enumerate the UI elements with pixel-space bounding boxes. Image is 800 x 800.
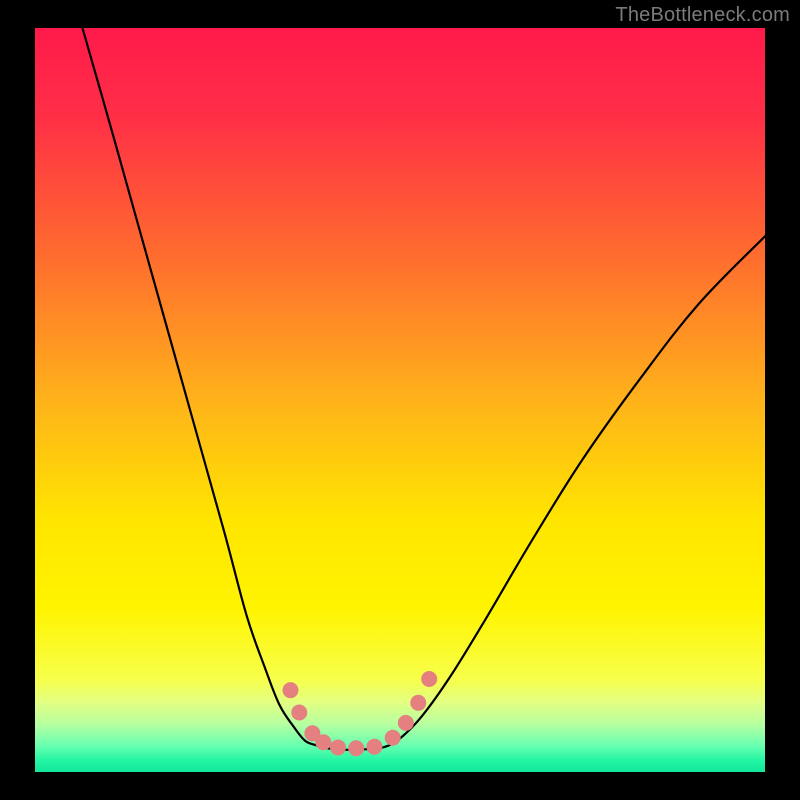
marker-dot xyxy=(330,739,346,755)
marker-dot xyxy=(315,734,331,750)
marker-dot xyxy=(291,704,307,720)
marker-dot xyxy=(385,730,401,746)
watermark-text: TheBottleneck.com xyxy=(615,4,790,27)
chart-stage: TheBottleneck.com xyxy=(0,0,800,800)
marker-dot xyxy=(283,682,299,698)
marker-dot xyxy=(398,715,414,731)
gradient-background xyxy=(35,28,765,772)
marker-dot xyxy=(410,695,426,711)
marker-dot xyxy=(366,739,382,755)
chart-svg xyxy=(0,0,800,800)
marker-dot xyxy=(421,671,437,687)
marker-dot xyxy=(348,740,364,756)
